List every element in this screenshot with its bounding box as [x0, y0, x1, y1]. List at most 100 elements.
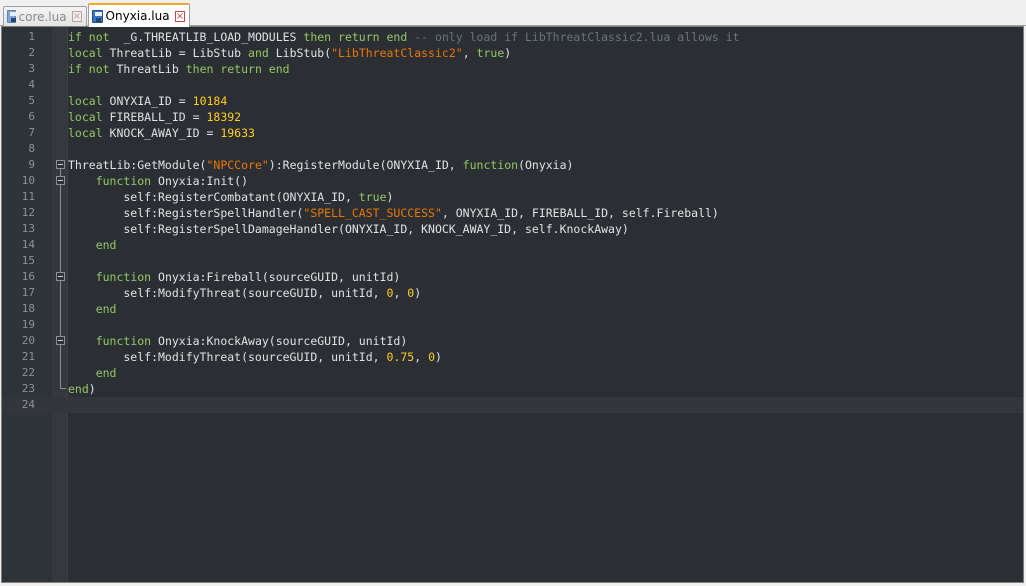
code-line[interactable]: 11 self:RegisterCombatant(ONYXIA_ID, tru… [2, 189, 1023, 205]
code-token: self:RegisterCombatant(ONYXIA_ID, [68, 190, 359, 204]
tab-bar: core.lua × Onyxia.lua × [0, 0, 1026, 27]
line-number: 6 [28, 110, 35, 123]
line-number: 19 [21, 318, 35, 331]
code-text: self:RegisterCombatant(ONYXIA_ID, true) [68, 189, 393, 205]
code-line[interactable]: 24 [2, 397, 1023, 413]
fold-end-marker [60, 381, 66, 389]
code-token: end [95, 238, 117, 252]
code-token: -- only load if LibThreatClassic2.lua al… [407, 30, 740, 44]
code-line[interactable]: 20 function Onyxia:KnockAway(sourceGUID,… [2, 333, 1023, 349]
line-number: 11 [21, 190, 35, 203]
code-editor[interactable]: 1 if not _G.THREATLIB_LOAD_MODULES then r… [1, 26, 1024, 583]
code-line[interactable]: 17 self:ModifyThreat(sourceGUID, unitId,… [2, 285, 1023, 301]
code-line[interactable]: 12 self:RegisterSpellHandler("SPELL_CAST… [2, 205, 1023, 221]
code-token: , ONYXIA_ID, FIREBALL_ID, self.Fireball) [441, 206, 719, 220]
code-token: local [68, 126, 103, 140]
code-token: ThreatLib [109, 62, 186, 76]
code-line[interactable]: 13 self:RegisterSpellDamageHandler(ONYXI… [2, 221, 1023, 237]
code-text: local ONYXIA_ID = 10184 [68, 93, 227, 109]
code-text: local KNOCK_AWAY_ID = 19633 [68, 125, 255, 141]
code-line[interactable]: 18 end [2, 301, 1023, 317]
code-token: FIREBALL_ID = [102, 110, 207, 124]
code-token: LibStub( [268, 46, 332, 60]
code-lines[interactable]: 1 if not _G.THREATLIB_LOAD_MODULES then r… [2, 29, 1023, 413]
fold-line [60, 349, 61, 365]
code-text: function Onyxia:Fireball(sourceGUID, uni… [68, 269, 401, 285]
code-line[interactable]: 10 function Onyxia:Init() [2, 173, 1023, 189]
code-token: ThreatLib = LibStub [102, 46, 249, 60]
code-line[interactable]: 2 local ThreatLib = LibStub and LibStub("… [2, 45, 1023, 61]
close-tab-icon[interactable]: × [174, 10, 185, 22]
fold-line [60, 301, 61, 317]
fold-line [60, 221, 61, 237]
line-number: 1 [28, 30, 35, 43]
fold-toggle-icon[interactable] [56, 176, 65, 185]
code-line[interactable]: 7 local KNOCK_AWAY_ID = 19633 [2, 125, 1023, 141]
code-token: local [68, 110, 103, 124]
tab-core-lua[interactable]: core.lua × [3, 6, 87, 26]
close-tab-icon[interactable]: × [71, 11, 82, 22]
code-line[interactable]: 21 self:ModifyThreat(sourceGUID, unitId,… [2, 349, 1023, 365]
code-text: self:RegisterSpellHandler("SPELL_CAST_SU… [68, 205, 719, 221]
code-text: if not ThreatLib then return end [68, 61, 290, 77]
code-token: self:RegisterSpellDamageHandler(ONYXIA_I… [68, 222, 629, 236]
code-token: 10184 [192, 94, 228, 108]
code-token: function [95, 334, 152, 348]
code-token: then return end [185, 62, 290, 76]
tab-label: core.lua [18, 9, 67, 24]
code-token: ) [386, 190, 394, 204]
fold-toggle-icon[interactable] [56, 272, 65, 281]
code-line[interactable]: 16 function Onyxia:Fireball(sourceGUID, … [2, 269, 1023, 285]
code-token: Onyxia:Init() [151, 174, 249, 188]
code-line[interactable]: 23 end) [2, 381, 1023, 397]
code-token: , [414, 350, 429, 364]
code-token: function [462, 158, 519, 172]
fold-toggle-icon[interactable] [56, 336, 65, 345]
line-number: 22 [21, 366, 35, 379]
code-line[interactable]: 8 [2, 141, 1023, 157]
code-line[interactable]: 15 [2, 253, 1023, 269]
tab-onyxia-lua[interactable]: Onyxia.lua × [88, 3, 190, 27]
code-token: ThreatLib:GetModule( [68, 158, 207, 172]
line-number: 16 [21, 270, 35, 283]
line-number: 2 [28, 46, 35, 59]
code-line[interactable]: 6 local FIREBALL_ID = 18392 [2, 109, 1023, 125]
tab-label: Onyxia.lua [105, 9, 170, 23]
fold-toggle-icon[interactable] [56, 160, 65, 169]
fold-line [60, 205, 61, 221]
code-token: ONYXIA_ID = [102, 94, 193, 108]
code-line[interactable]: 3 if not ThreatLib then return end [2, 61, 1023, 77]
line-number: 3 [28, 62, 35, 75]
code-token: (Onyxia) [518, 158, 574, 172]
line-number: 17 [21, 286, 35, 299]
code-line[interactable]: 9 ThreatLib:GetModule("NPCCore"):Register… [2, 157, 1023, 173]
code-token: function [95, 174, 152, 188]
fold-line [60, 365, 61, 381]
code-line[interactable]: 22 end [2, 365, 1023, 381]
code-text: self:ModifyThreat(sourceGUID, unitId, 0.… [68, 349, 442, 365]
fold-line [60, 189, 61, 205]
code-token: if not [68, 30, 117, 44]
code-line[interactable]: 14 end [2, 237, 1023, 253]
code-line[interactable]: 19 [2, 317, 1023, 333]
fold-line [60, 237, 61, 253]
code-token: local [68, 94, 103, 108]
line-number: 9 [28, 158, 35, 171]
code-token: self:ModifyThreat(sourceGUID, unitId, [68, 286, 387, 300]
code-line[interactable]: 1 if not _G.THREATLIB_LOAD_MODULES then r… [2, 29, 1023, 45]
code-token: ) [504, 46, 512, 60]
line-number: 10 [21, 174, 35, 187]
code-text: end [68, 365, 117, 381]
fold-line [60, 333, 61, 336]
code-line[interactable]: 4 [2, 77, 1023, 93]
line-number: 13 [21, 222, 35, 235]
code-line[interactable]: 5 local ONYXIA_ID = 10184 [2, 93, 1023, 109]
code-token: "NPCCore" [206, 158, 269, 172]
fold-line [60, 269, 61, 272]
code-text: end [68, 301, 117, 317]
